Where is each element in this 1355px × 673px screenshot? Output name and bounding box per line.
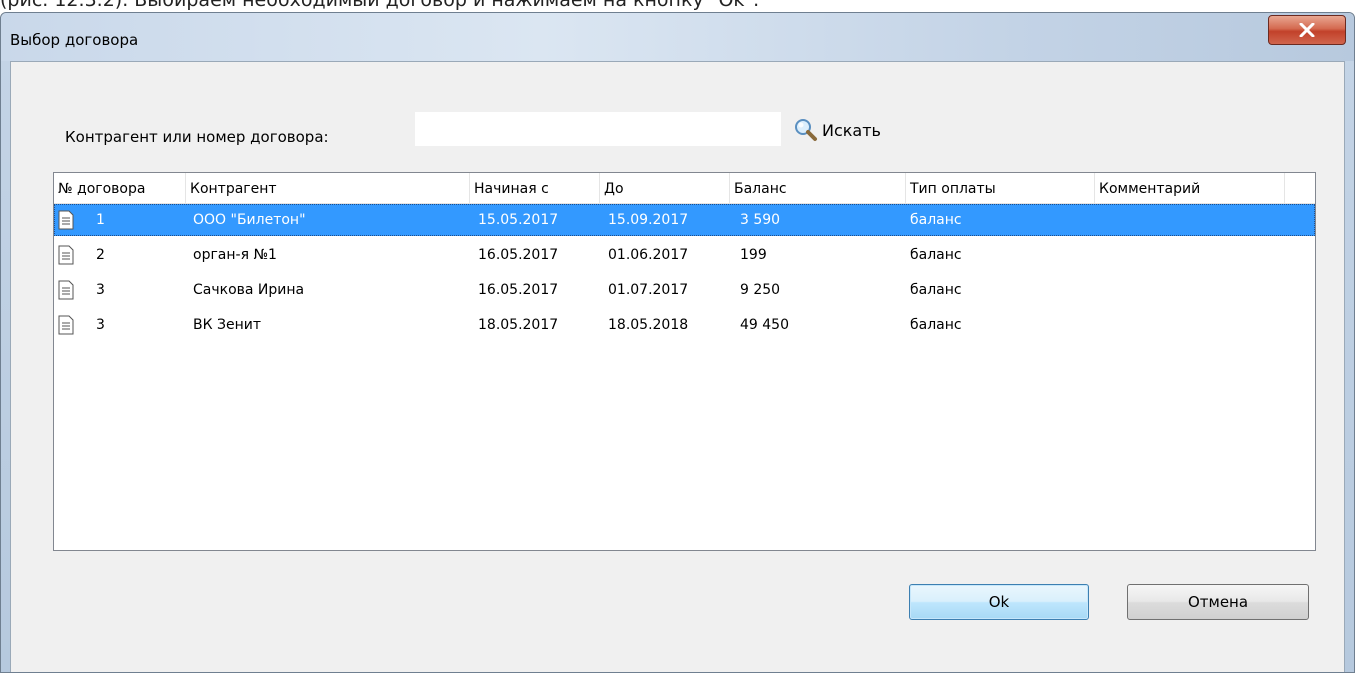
- cell-start: 16.05.2017: [478, 247, 559, 263]
- column-header-comment[interactable]: Комментарий: [1095, 173, 1285, 203]
- table-row[interactable]: 3 ВК Зенит 18.05.2017 18.05.2018 49 450 …: [54, 309, 1315, 341]
- table-row[interactable]: 1 ООО "Билетон" 15.05.2017 15.09.2017 3 …: [54, 204, 1315, 236]
- table-row[interactable]: 3 Сачкова Ирина 16.05.2017 01.07.2017 9 …: [54, 274, 1315, 306]
- dialog-client-area: Контрагент или номер договора: Искать № …: [10, 61, 1345, 672]
- cell-counterparty: орган-я №1: [193, 247, 277, 263]
- cell-payment-type: баланс: [910, 282, 962, 298]
- cell-balance: 9 250: [740, 282, 781, 298]
- search-input[interactable]: [415, 112, 781, 146]
- cancel-button[interactable]: Отмена: [1127, 584, 1309, 620]
- cell-balance: 3 590: [740, 212, 781, 228]
- document-icon: [58, 280, 74, 300]
- cell-number: 1: [96, 212, 105, 228]
- column-header-balance[interactable]: Баланс: [730, 173, 906, 203]
- cell-counterparty: ООО "Билетон": [193, 212, 306, 228]
- cell-number: 2: [96, 247, 105, 263]
- cell-payment-type: баланс: [910, 212, 962, 228]
- dialog-window: Выбор договора Контрагент или номер дого…: [0, 12, 1355, 673]
- cell-payment-type: баланс: [910, 317, 962, 333]
- magnifier-icon: [795, 119, 817, 141]
- close-button[interactable]: [1268, 15, 1346, 45]
- contracts-list[interactable]: № договора Контрагент Начиная с До Балан…: [53, 172, 1316, 551]
- list-header: № договора Контрагент Начиная с До Балан…: [54, 173, 1315, 204]
- search-button-label: Искать: [822, 120, 881, 140]
- ok-button[interactable]: Ok: [909, 584, 1089, 620]
- cell-end: 01.06.2017: [608, 247, 689, 263]
- cell-start: 16.05.2017: [478, 282, 559, 298]
- cell-end: 15.09.2017: [608, 212, 689, 228]
- column-header-counterparty[interactable]: Контрагент: [186, 173, 470, 203]
- document-icon: [58, 315, 74, 335]
- column-header-number[interactable]: № договора: [54, 173, 186, 203]
- document-text-fragment: (рис. 12.3.2). Выбираем необходимый дого…: [0, 0, 760, 11]
- cell-counterparty: ВК Зенит: [193, 317, 261, 333]
- search-button[interactable]: Искать: [794, 118, 881, 142]
- close-icon: [1299, 23, 1315, 37]
- title-bar[interactable]: Выбор договора: [1, 13, 1354, 61]
- cell-start: 18.05.2017: [478, 317, 559, 333]
- cell-end: 01.07.2017: [608, 282, 689, 298]
- search-label: Контрагент или номер договора:: [65, 128, 329, 146]
- table-row[interactable]: 2 орган-я №1 16.05.2017 01.06.2017 199 б…: [54, 239, 1315, 271]
- cell-balance: 49 450: [740, 317, 789, 333]
- cell-number: 3: [96, 282, 105, 298]
- column-header-end[interactable]: До: [600, 173, 730, 203]
- cell-balance: 199: [740, 247, 767, 263]
- cell-counterparty: Сачкова Ирина: [193, 282, 305, 298]
- document-icon: [58, 210, 74, 230]
- cell-end: 18.05.2018: [608, 317, 689, 333]
- cell-number: 3: [96, 317, 105, 333]
- document-icon: [58, 245, 74, 265]
- column-header-payment-type[interactable]: Тип оплаты: [906, 173, 1095, 203]
- column-header-start[interactable]: Начиная с: [470, 173, 600, 203]
- dialog-title: Выбор договора: [10, 31, 139, 49]
- cell-payment-type: баланс: [910, 247, 962, 263]
- cell-start: 15.05.2017: [478, 212, 559, 228]
